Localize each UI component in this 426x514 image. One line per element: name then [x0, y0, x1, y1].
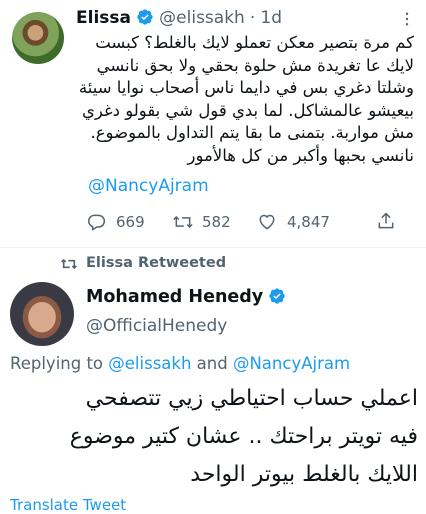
text-line: اللايك بالغلط بيوتر الواحد — [190, 462, 418, 487]
retweet-banner[interactable]: Elissa Retweeted — [86, 255, 226, 271]
text-line: مش مواربة. بتمنى ما بقا يتم التداول بالم… — [90, 123, 414, 142]
reply-mention-link[interactable]: @elissakh — [108, 354, 191, 373]
verified-badge-icon — [268, 287, 286, 305]
text-line: بيعيشو عالمشاكل. لما بدي قول شي بقولو دغ… — [82, 100, 414, 120]
more-icon[interactable] — [398, 10, 416, 28]
replying-and: and — [196, 354, 228, 373]
avatar-henedy[interactable] — [10, 282, 74, 346]
verified-badge-icon — [136, 8, 154, 26]
reply-count: 669 — [116, 213, 145, 231]
replying-to: Replying to @elissakh and @NancyAjram — [10, 354, 350, 373]
author-handle[interactable]: @OfficialHenedy — [86, 316, 227, 336]
tweet2-author: Mohamed Henedy — [86, 287, 286, 307]
retweet-icon[interactable] — [172, 212, 194, 232]
share-icon[interactable] — [376, 211, 396, 231]
tweet2-text: اعملي حساب احتياطي زيي تتصفحي فيه تويتر … — [8, 380, 418, 494]
text-line: لايك عا تغريدة مش حلوة بحقي ولا بحق نانس… — [96, 55, 414, 75]
tweet-time[interactable]: 1d — [260, 8, 282, 28]
text-line: فيه تويتر براحتك .. عشان كتير موضوع — [69, 424, 418, 449]
replying-prefix: Replying to — [10, 354, 104, 373]
author-handle[interactable]: @elissakh — [159, 8, 245, 28]
like-count: 4,847 — [287, 213, 330, 231]
translate-tweet-link[interactable]: Translate Tweet — [10, 496, 126, 514]
retweet-count: 582 — [202, 213, 231, 231]
author-name[interactable]: Mohamed Henedy — [86, 287, 263, 307]
text-line: كم مرة بتصير معكن تعملو لايك بالغلط؟ كبس… — [95, 33, 414, 52]
text-line: وشلتا دغري بس في دايما ناس أصحاب نوايا س… — [78, 78, 414, 97]
divider — [0, 247, 426, 248]
mention-link[interactable]: @NancyAjram — [88, 176, 209, 196]
avatar-elissa[interactable] — [12, 12, 64, 64]
reply-mention-link[interactable]: @NancyAjram — [233, 354, 350, 373]
text-line: نانسي بحبها وأكبر من كل هالأمور — [187, 145, 414, 165]
tweet1-text: كم مرة بتصير معكن تعملو لايك بالغلط؟ كبس… — [74, 32, 414, 167]
retweet-indicator-icon — [60, 256, 78, 272]
author-name[interactable]: Elissa — [76, 8, 131, 28]
like-icon[interactable] — [257, 212, 277, 232]
tweet1-header: Elissa @elissakh · 1d — [76, 8, 282, 30]
reply-icon[interactable] — [86, 212, 106, 232]
text-line: اعملي حساب احتياطي زيي تتصفحي — [85, 386, 418, 411]
dot-separator: · — [249, 8, 256, 28]
